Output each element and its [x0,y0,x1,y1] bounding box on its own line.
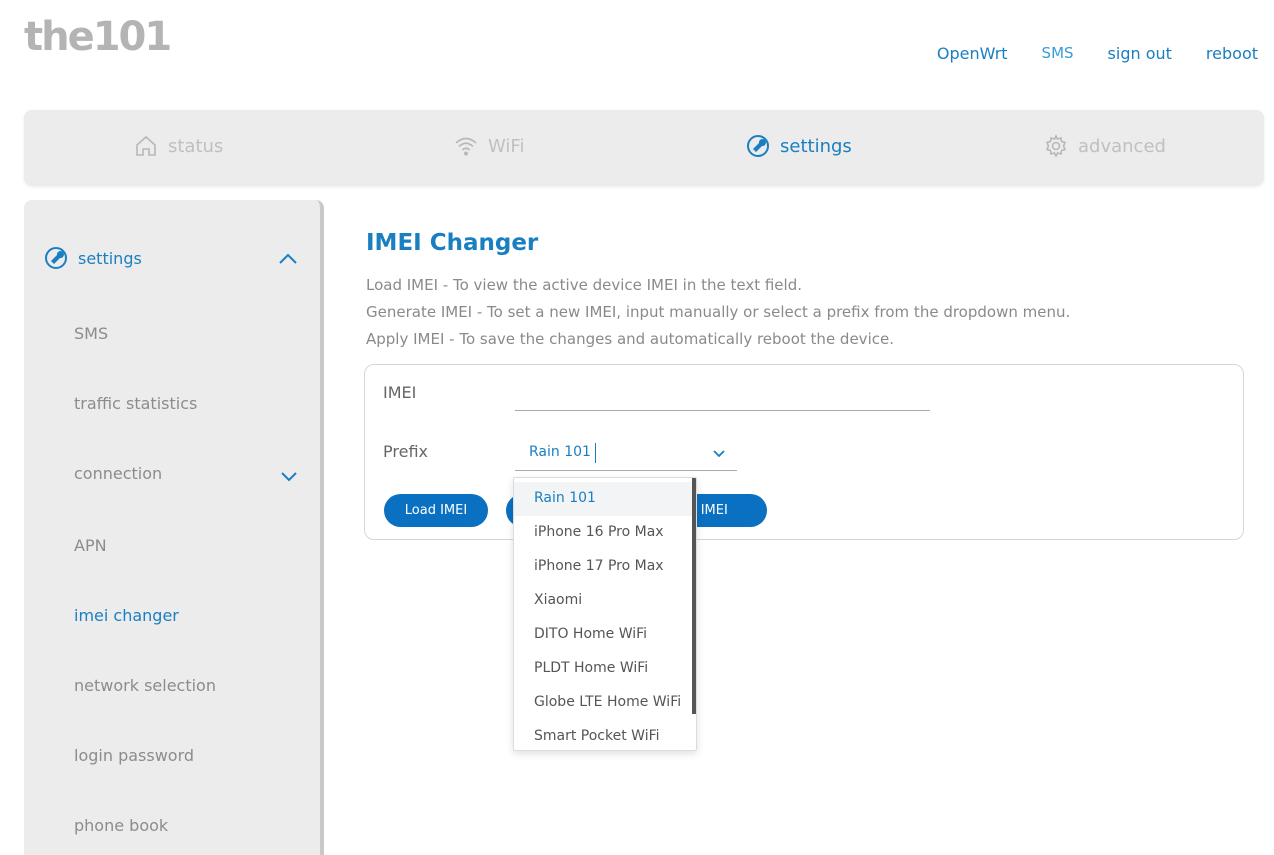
dropdown-option-rain-101[interactable]: Rain 101 [514,482,694,516]
home-icon [136,135,156,156]
prefix-select-value: Rain 101 [529,444,591,460]
dropdown-option-iphone-17-pro-max[interactable]: iPhone 17 Pro Max [514,550,694,584]
logo: the101 [24,14,172,60]
sidebar-item-traffic-statistics[interactable]: traffic statistics [74,394,197,413]
dropdown-option-iphone-16-pro-max[interactable]: iPhone 16 Pro Max [514,516,694,550]
nav-tab-wifi[interactable]: WiFi [454,134,524,158]
wrench-icon [747,135,769,157]
dropdown-option-xiaomi[interactable]: Xiaomi [514,584,694,618]
nav-tab-label: advanced [1078,135,1166,157]
sidebar-item-phone-book[interactable]: phone book [74,816,168,835]
page-title: IMEI Changer [366,230,539,256]
imei-changer-section: IMEI Changer Load IMEI - To view the act… [366,230,1246,353]
desc-generate: Generate IMEI - To set a new IMEI, input… [366,303,1071,321]
dropdown-option-globe-lte-home-wifi[interactable]: Globe LTE Home WiFi [514,686,694,720]
prefix-select[interactable]: Rain 101 [515,437,737,471]
gear-icon [1045,134,1067,158]
dropdown-option-smart-pocket-wifi[interactable]: Smart Pocket WiFi [514,720,694,750]
openwrt-link[interactable]: OpenWrt [937,44,1008,63]
imei-label: IMEI [383,383,417,402]
dropdown-option-pldt-home-wifi[interactable]: PLDT Home WiFi [514,652,694,686]
sidebar-item-imei-changer[interactable]: imei changer [74,606,179,625]
dropdown-option-dito-home-wifi[interactable]: DITO Home WiFi [514,618,694,652]
desc-apply: Apply IMEI - To save the changes and aut… [366,330,894,348]
nav-tab-settings[interactable]: settings [746,134,852,158]
nav-tab-label: status [168,135,224,157]
nav-tab-advanced[interactable]: advanced [1044,134,1166,158]
imei-form-card: IMEI Prefix Rain 101 Load IMEI ply IMEI [364,364,1244,540]
wrench-icon [45,247,67,269]
wifi-icon [455,137,477,156]
imei-input[interactable] [515,389,930,411]
reboot-link[interactable]: reboot [1206,44,1258,63]
dropdown-scrollbar[interactable] [692,478,696,714]
text-caret [595,443,596,463]
nav-tab-label: settings [780,135,852,157]
sidebar-item-apn[interactable]: APN [74,536,107,555]
sidebar-item-network-selection[interactable]: network selection [74,676,216,695]
chevron-down-icon[interactable] [280,470,298,484]
nav-tab-status[interactable]: status [134,134,223,158]
sidebar-item-connection[interactable]: connection [74,464,162,483]
top-links: OpenWrt SMS sign out reboot [903,44,1258,63]
desc-load: Load IMEI - To view the active device IM… [366,276,802,294]
nav-tab-label: WiFi [488,135,525,157]
sign-out-link[interactable]: sign out [1108,44,1172,63]
sidebar: settings SMS traffic statistics connecti… [24,200,324,855]
main-nav: status WiFi settings advanced [24,110,1264,186]
sidebar-header-label: settings [78,248,142,268]
chevron-up-icon[interactable] [278,250,298,266]
sidebar-settings-header[interactable]: settings [44,246,142,270]
prefix-label: Prefix [383,442,428,461]
sms-link[interactable]: SMS [1042,44,1074,63]
prefix-dropdown-list: Rain 101 iPhone 16 Pro Max iPhone 17 Pro… [513,477,697,751]
sidebar-item-login-password[interactable]: login password [74,746,194,765]
sidebar-item-sms[interactable]: SMS [74,324,108,343]
chevron-down-icon [713,450,725,458]
load-imei-button[interactable]: Load IMEI [384,494,488,527]
